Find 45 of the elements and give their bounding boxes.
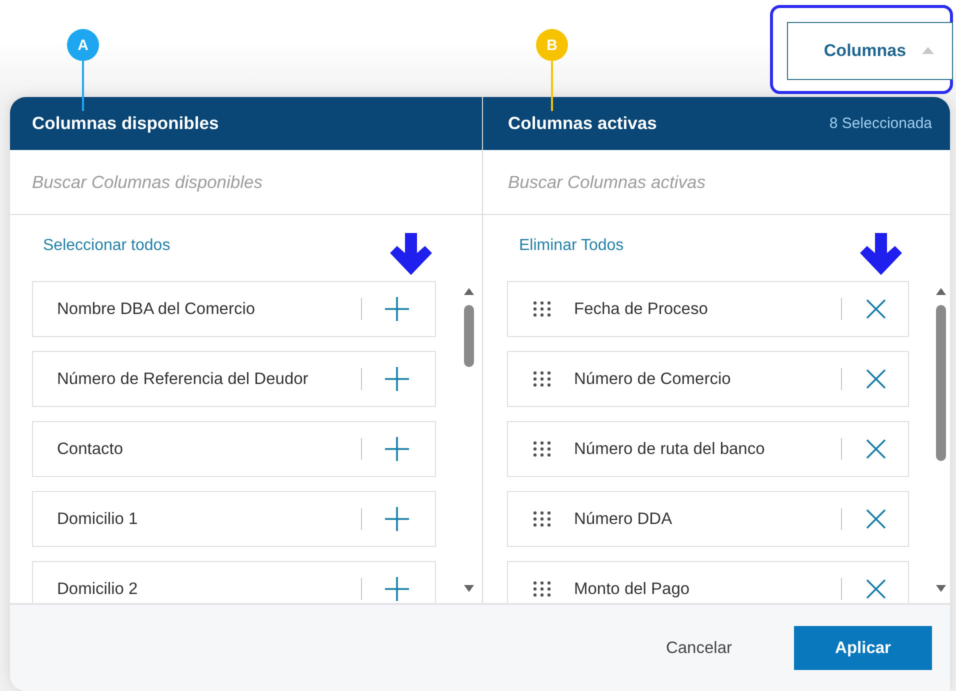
- column-name: Número de Referencia del Deudor: [57, 370, 310, 388]
- column-name: Fecha de Proceso: [574, 300, 709, 318]
- leader-line: [82, 61, 84, 111]
- column-name: Domicilio 1: [57, 510, 139, 528]
- column-item[interactable]: Nombre DBA del Comercio: [32, 281, 436, 337]
- close-icon[interactable]: [866, 369, 886, 389]
- column-name: Número DDA: [574, 510, 674, 528]
- close-icon[interactable]: [866, 579, 886, 599]
- cancel-button[interactable]: Cancelar: [660, 638, 738, 658]
- drag-handle-icon[interactable]: [532, 440, 552, 458]
- drag-handle-icon[interactable]: [532, 580, 552, 598]
- add-icon[interactable]: [384, 436, 410, 462]
- column-item[interactable]: Número DDA: [507, 491, 909, 547]
- add-icon[interactable]: [384, 296, 410, 322]
- bulk-action-link[interactable]: Seleccionar todos: [43, 237, 170, 255]
- close-icon[interactable]: [866, 299, 886, 319]
- column-item[interactable]: Número de Referencia del Deudor: [32, 351, 436, 407]
- apply-button[interactable]: Aplicar: [794, 626, 932, 670]
- annotation-marker: B: [536, 29, 568, 61]
- column-name: Número de ruta del banco: [574, 440, 766, 458]
- close-icon[interactable]: [866, 439, 886, 459]
- column-name: Domicilio 2: [57, 580, 139, 598]
- leader-line: [551, 61, 553, 111]
- drag-handle-icon[interactable]: [532, 510, 552, 528]
- column-item[interactable]: Número de Comercio: [507, 351, 909, 407]
- panel-title: Columnas disponibles: [32, 113, 219, 134]
- close-icon[interactable]: [866, 509, 886, 529]
- selected-count: 8 Seleccionada: [829, 115, 932, 132]
- drag-handle-icon[interactable]: [532, 300, 552, 318]
- column-name: Número de Comercio: [574, 370, 732, 388]
- column-item[interactable]: Fecha de Proceso: [507, 281, 909, 337]
- add-icon[interactable]: [384, 506, 410, 532]
- column-item[interactable]: Contacto: [32, 421, 436, 477]
- column-name: Nombre DBA del Comercio: [57, 300, 256, 318]
- add-icon[interactable]: [384, 576, 410, 602]
- bulk-action-link[interactable]: Eliminar Todos: [519, 237, 624, 255]
- drag-handle-icon[interactable]: [532, 370, 552, 388]
- column-name: Monto del Pago: [574, 580, 691, 598]
- add-icon[interactable]: [384, 366, 410, 392]
- panel-title: Columnas activas: [508, 113, 657, 134]
- column-item[interactable]: Número de ruta del banco: [507, 421, 909, 477]
- column-item[interactable]: Domicilio 1: [32, 491, 436, 547]
- columns-toggle-button[interactable]: Columnas: [787, 22, 953, 80]
- column-name: Contacto: [57, 440, 124, 458]
- annotation-marker: A: [67, 29, 99, 61]
